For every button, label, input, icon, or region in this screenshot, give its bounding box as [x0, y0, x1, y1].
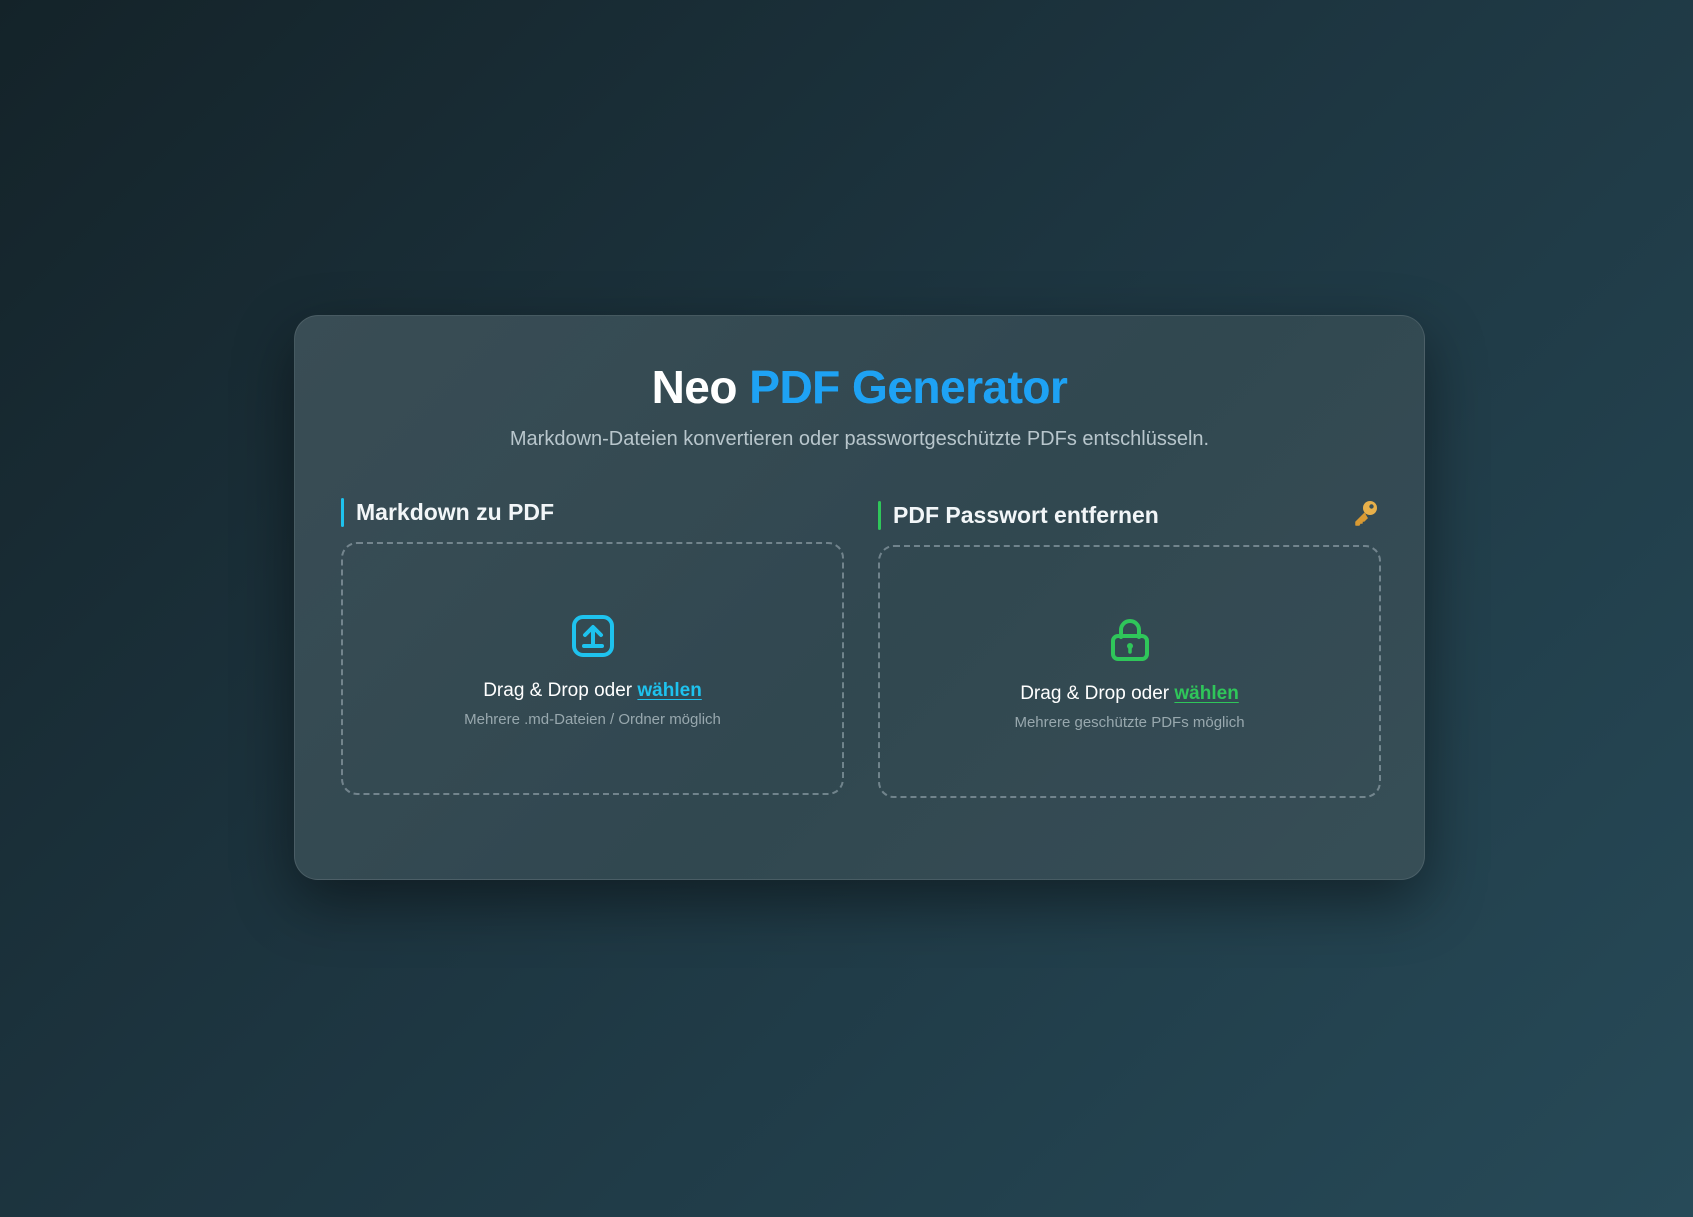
password-dropzone-hint: Mehrere geschützte PDFs möglich: [1014, 714, 1245, 731]
markdown-panel-header: Markdown zu PDF: [341, 497, 844, 527]
upload-icon: [571, 615, 614, 657]
password-dropzone-text: Drag & Drop oder wählen: [880, 683, 1379, 705]
markdown-choose-link[interactable]: wählen: [637, 680, 701, 701]
markdown-dropzone[interactable]: Drag & Drop oder wählen Mehrere .md-Date…: [341, 542, 844, 795]
markdown-dropzone-text: Drag & Drop oder wählen: [343, 680, 842, 702]
title-pdf-generator: PDF Generator: [749, 361, 1068, 413]
password-accent-bar: [878, 500, 881, 530]
markdown-accent-bar: [341, 497, 344, 527]
password-dropzone-prefix: Drag & Drop oder: [1020, 683, 1175, 704]
password-choose-link[interactable]: wählen: [1174, 683, 1238, 704]
page-title: Neo PDF Generator: [295, 360, 1424, 415]
markdown-dropzone-prefix: Drag & Drop oder: [483, 680, 638, 701]
page-subtitle: Markdown-Dateien konvertieren oder passw…: [509, 428, 1210, 450]
password-panel: PDF Passwort entfernen Drag & Drop oder …: [878, 500, 1381, 798]
markdown-dropzone-hint: Mehrere .md-Dateien / Ordner möglich: [464, 711, 721, 728]
password-panel-header: PDF Passwort entfernen: [878, 500, 1381, 530]
lock-icon: [1110, 619, 1149, 661]
password-panel-title: PDF Passwort entfernen: [893, 501, 1159, 528]
title-neo: Neo: [651, 361, 738, 413]
key-icon: [1355, 501, 1377, 526]
markdown-panel-title: Markdown zu PDF: [356, 498, 555, 525]
password-dropzone[interactable]: Drag & Drop oder wählen Mehrere geschütz…: [878, 545, 1381, 798]
main-card: Neo PDF Generator Markdown-Dateien konve…: [294, 315, 1425, 880]
markdown-panel: Markdown zu PDF Drag & Drop oder wählen …: [341, 497, 844, 795]
